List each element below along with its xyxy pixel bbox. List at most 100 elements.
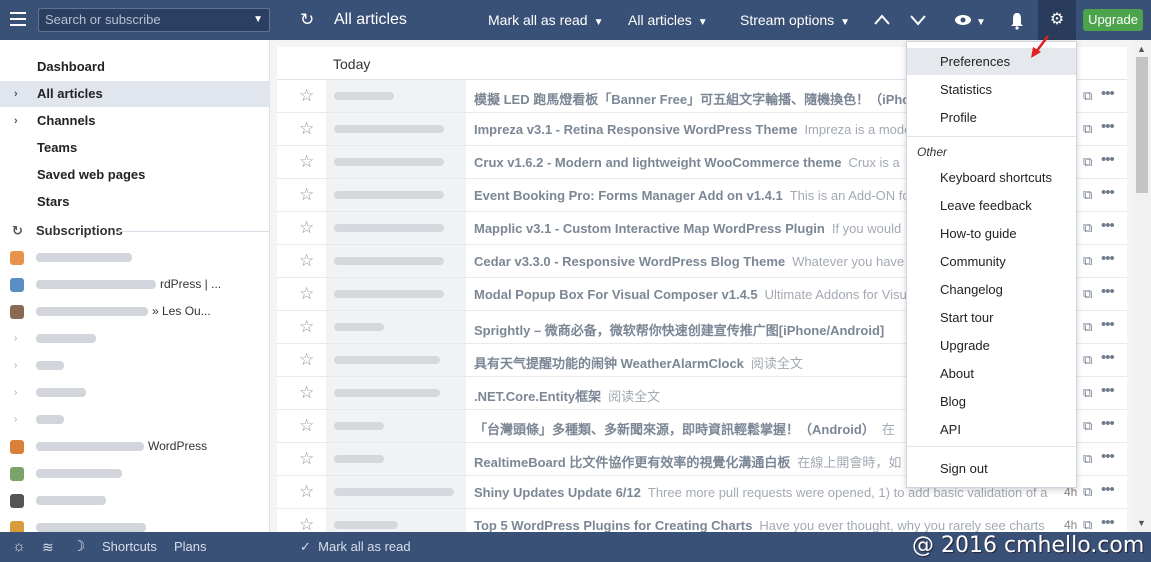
menu-item-keyboard-shortcuts[interactable]: Keyboard shortcuts <box>907 164 1076 191</box>
subscription-item[interactable]: WordPress <box>0 433 269 460</box>
more-options-icon[interactable]: ••• <box>1101 184 1115 201</box>
menu-item-community[interactable]: Community <box>907 248 1076 275</box>
external-link-icon[interactable]: ⧉ <box>1083 220 1093 236</box>
star-icon[interactable]: ☆ <box>299 152 314 172</box>
more-options-icon[interactable]: ••• <box>1101 217 1115 234</box>
refresh-icon[interactable]: ↻ <box>300 0 314 40</box>
star-icon[interactable]: ☆ <box>299 119 314 139</box>
menu-item-sign-out[interactable]: Sign out <box>907 455 1076 482</box>
subscription-item[interactable] <box>0 487 269 514</box>
article-title[interactable]: Mapplic v3.1 - Custom Interactive Map Wo… <box>474 221 901 236</box>
subscription-item[interactable] <box>0 460 269 487</box>
article-title[interactable]: Impreza v3.1 - Retina Responsive WordPre… <box>474 122 923 137</box>
article-title[interactable]: .NET.Core.Entity框架 阅读全文 <box>474 386 660 405</box>
article-title[interactable]: Cedar v3.3.0 - Responsive WordPress Blog… <box>474 254 904 269</box>
moon-icon[interactable]: ☽ <box>72 532 85 562</box>
layers-icon[interactable]: ≋ <box>42 532 54 562</box>
menu-item-statistics[interactable]: Statistics <box>907 76 1076 103</box>
external-link-icon[interactable]: ⧉ <box>1083 187 1093 203</box>
article-title[interactable]: Crux v1.6.2 - Modern and lightweight Woo… <box>474 155 900 170</box>
more-options-icon[interactable]: ••• <box>1101 151 1115 168</box>
chevron-right-icon[interactable]: › <box>14 406 17 433</box>
sidebar-item[interactable]: Teams <box>0 135 269 161</box>
stream-options-button[interactable]: Stream options ▼ <box>740 0 850 40</box>
article-title[interactable]: 「台灣頭條」多種類、多新聞來源，即時資訊輕鬆掌握！（Android） 在 <box>474 419 895 438</box>
sidebar-item[interactable]: › Channels <box>0 108 269 134</box>
external-link-icon[interactable]: ⧉ <box>1083 517 1093 532</box>
plans-link[interactable]: Plans <box>174 532 207 562</box>
sun-icon[interactable]: ☼ <box>12 532 26 562</box>
more-options-icon[interactable]: ••• <box>1101 85 1115 102</box>
external-link-icon[interactable]: ⧉ <box>1083 154 1093 170</box>
chevron-down-icon[interactable]: ▼ <box>253 9 263 31</box>
star-icon[interactable]: ☆ <box>299 86 314 106</box>
external-link-icon[interactable]: ⧉ <box>1083 253 1093 269</box>
more-options-icon[interactable]: ••• <box>1101 415 1115 432</box>
article-title[interactable]: Event Booking Pro: Forms Manager Add on … <box>474 188 914 203</box>
more-options-icon[interactable]: ••• <box>1101 481 1115 498</box>
subscription-item[interactable]: › <box>0 379 269 406</box>
subscription-item[interactable]: » Les Ou... <box>0 298 269 325</box>
more-options-icon[interactable]: ••• <box>1101 448 1115 465</box>
subscription-item[interactable] <box>0 244 269 271</box>
external-link-icon[interactable]: ⧉ <box>1083 121 1093 137</box>
chevron-right-icon[interactable]: › <box>14 108 18 134</box>
star-icon[interactable]: ☆ <box>299 284 314 304</box>
scroll-up-icon[interactable]: ▲ <box>1137 44 1146 54</box>
chevron-right-icon[interactable]: › <box>14 325 17 352</box>
scroll-down-icon[interactable]: ▼ <box>1137 518 1146 528</box>
star-icon[interactable]: ☆ <box>299 482 314 502</box>
scrollbar-thumb[interactable] <box>1136 57 1148 193</box>
more-options-icon[interactable]: ••• <box>1101 514 1115 531</box>
menu-item-profile[interactable]: Profile <box>907 104 1076 131</box>
menu-item-start-tour[interactable]: Start tour <box>907 304 1076 331</box>
search-input[interactable]: Search or subscribe ▼ <box>38 8 270 32</box>
more-options-icon[interactable]: ••• <box>1101 250 1115 267</box>
star-icon[interactable]: ☆ <box>299 317 314 337</box>
sidebar-item[interactable]: Dashboard <box>0 54 269 80</box>
menu-item-api[interactable]: API <box>907 416 1076 443</box>
notifications-button[interactable] <box>1010 0 1024 40</box>
subscription-item[interactable]: › <box>0 325 269 352</box>
article-title[interactable]: Modal Popup Box For Visual Composer v1.4… <box>474 287 917 302</box>
article-title[interactable]: 模擬 LED 跑馬燈看板「Banner Free」可五組文字輪播、隨機換色！（i… <box>474 89 925 108</box>
scrollbar[interactable]: ▲ ▼ <box>1133 40 1151 532</box>
menu-item-changelog[interactable]: Changelog <box>907 276 1076 303</box>
external-link-icon[interactable]: ⧉ <box>1083 286 1093 302</box>
next-article-button[interactable] <box>909 0 927 39</box>
star-icon[interactable]: ☆ <box>299 218 314 238</box>
view-mode-button[interactable]: ▼ <box>953 0 986 40</box>
subscription-item[interactable]: › <box>0 352 269 379</box>
external-link-icon[interactable]: ⧉ <box>1083 319 1093 335</box>
mark-all-read-button[interactable]: Mark all as read ▼ <box>488 0 604 40</box>
menu-item-about[interactable]: About <box>907 360 1076 387</box>
sidebar-item[interactable]: Stars <box>0 189 269 215</box>
menu-item-how-to-guide[interactable]: How-to guide <box>907 220 1076 247</box>
star-icon[interactable]: ☆ <box>299 185 314 205</box>
external-link-icon[interactable]: ⧉ <box>1083 484 1093 500</box>
menu-item-leave-feedback[interactable]: Leave feedback <box>907 192 1076 219</box>
article-title[interactable]: 具有天气提醒功能的闹钟 WeatherAlarmClock 阅读全文 <box>474 353 803 372</box>
star-icon[interactable]: ☆ <box>299 416 314 436</box>
subscription-item[interactable] <box>0 514 269 532</box>
chevron-right-icon[interactable]: › <box>14 379 17 406</box>
sidebar-item[interactable]: Saved web pages <box>0 162 269 188</box>
subscription-item[interactable]: rdPress | ... <box>0 271 269 298</box>
chevron-right-icon[interactable]: › <box>14 352 17 379</box>
star-icon[interactable]: ☆ <box>299 251 314 271</box>
sidebar-item[interactable]: › All articles <box>0 81 269 107</box>
article-title[interactable]: Sprightly – 微商必备，微软帮你快速创建宣传推广图[iPhone/An… <box>474 320 884 339</box>
external-link-icon[interactable]: ⧉ <box>1083 451 1093 467</box>
upgrade-button[interactable]: Upgrade <box>1083 9 1143 31</box>
shortcuts-link[interactable]: Shortcuts <box>102 532 157 562</box>
menu-item-upgrade[interactable]: Upgrade <box>907 332 1076 359</box>
external-link-icon[interactable]: ⧉ <box>1083 385 1093 401</box>
star-icon[interactable]: ☆ <box>299 449 314 469</box>
more-options-icon[interactable]: ••• <box>1101 382 1115 399</box>
hamburger-menu-icon[interactable] <box>10 12 26 26</box>
external-link-icon[interactable]: ⧉ <box>1083 88 1093 104</box>
external-link-icon[interactable]: ⧉ <box>1083 352 1093 368</box>
external-link-icon[interactable]: ⧉ <box>1083 418 1093 434</box>
more-options-icon[interactable]: ••• <box>1101 283 1115 300</box>
star-icon[interactable]: ☆ <box>299 383 314 403</box>
